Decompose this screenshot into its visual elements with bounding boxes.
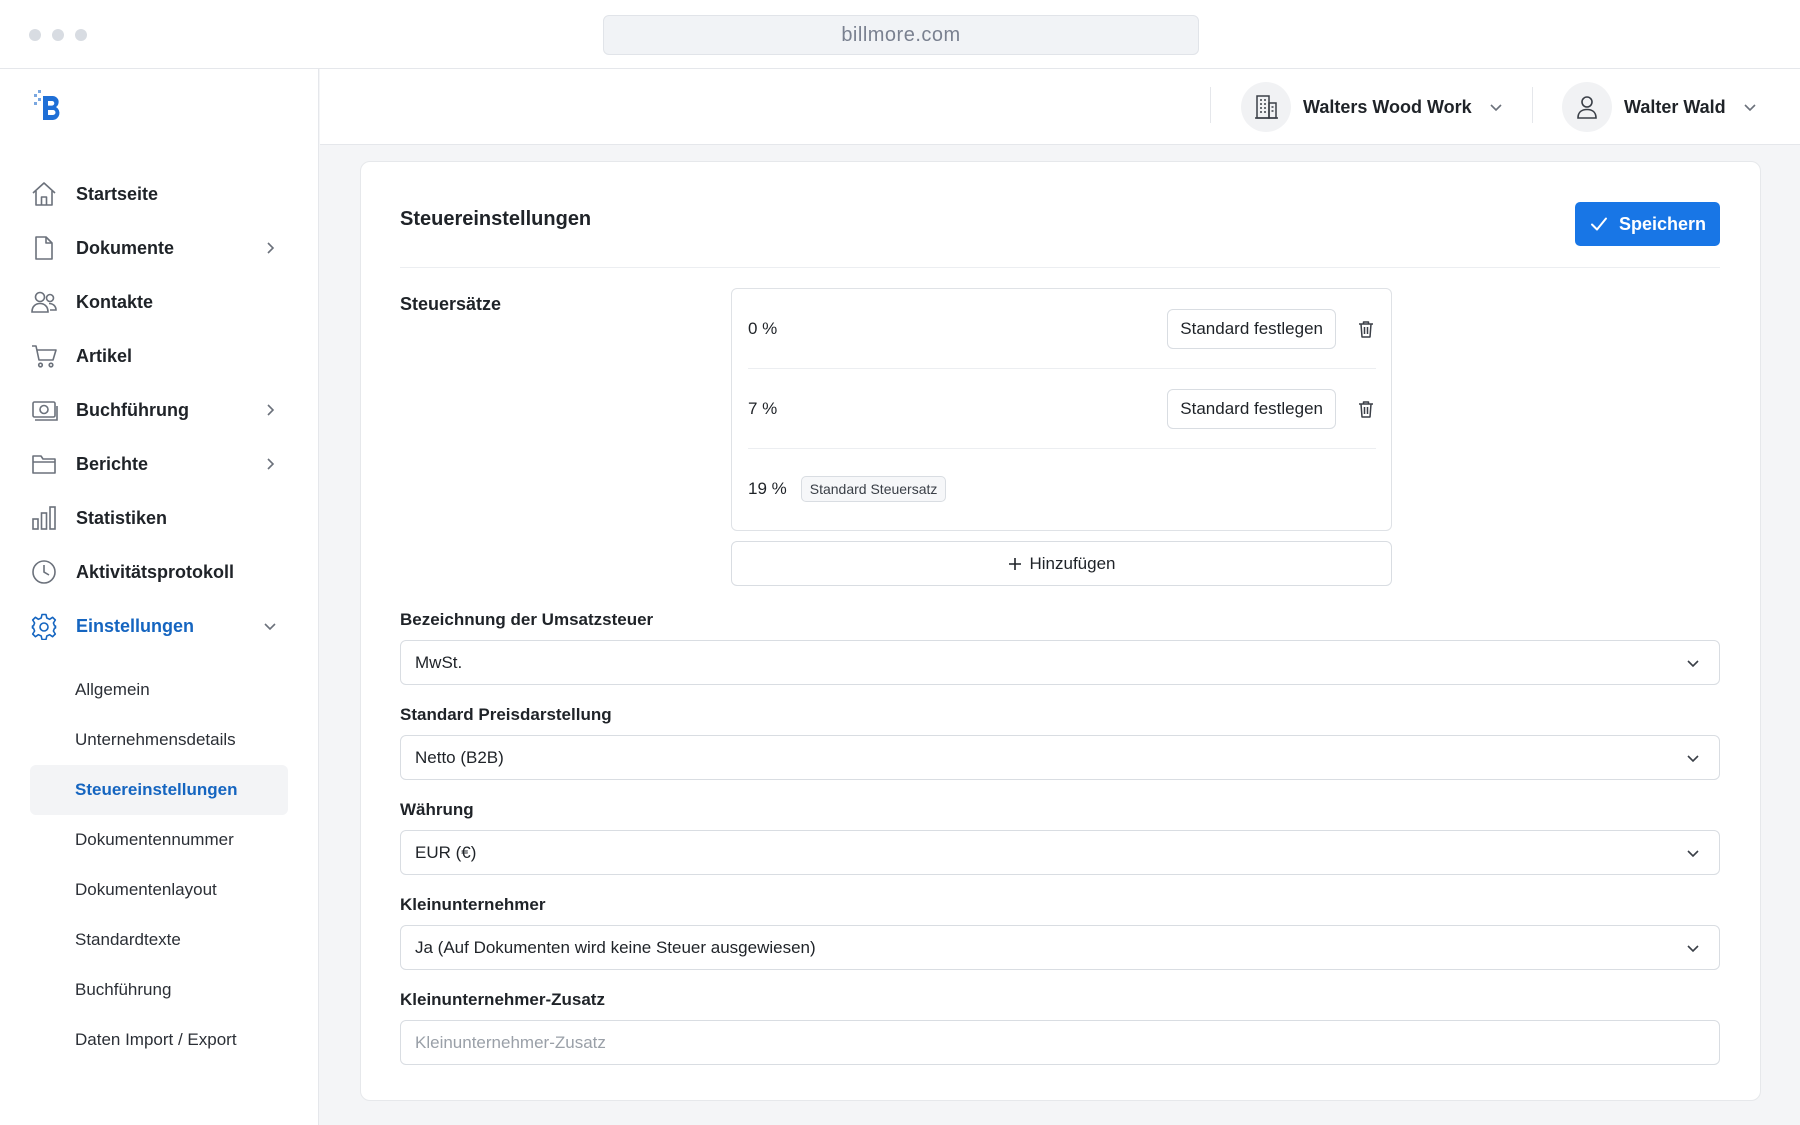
chevron-down-icon — [1488, 99, 1504, 115]
save-button-label: Speichern — [1618, 213, 1707, 234]
tax-rates-list: 0 % Standard festlegen 7 % Standard fest… — [731, 288, 1392, 531]
address-bar[interactable]: billmore.com — [603, 15, 1199, 55]
document-icon — [30, 234, 58, 262]
price-display-label: Standard Preisdarstellung — [400, 705, 612, 724]
add-tax-rate-button[interactable]: Hinzufügen — [731, 541, 1392, 586]
window-controls — [29, 29, 87, 41]
top-header: Walters Wood Work Walter Wald — [320, 69, 1800, 145]
sidebar-subitem-dokumentennummer[interactable]: Dokumentennummer — [30, 815, 288, 865]
window-minimize-dot[interactable] — [52, 29, 64, 41]
user-icon — [1562, 82, 1612, 132]
chevron-right-icon — [262, 240, 278, 256]
set-default-button[interactable]: Standard festlegen — [1167, 308, 1336, 349]
billmore-logo[interactable] — [32, 88, 68, 124]
cart-icon — [30, 342, 58, 370]
company-switcher[interactable]: Walters Wood Work — [1241, 79, 1504, 135]
select-value: Ja (Auf Dokumenten wird keine Steuer aus… — [415, 937, 816, 957]
check-icon — [1589, 214, 1609, 234]
tax-rates-label: Steuersätze — [400, 294, 502, 314]
tax-rate-row: 0 % Standard festlegen — [748, 289, 1376, 369]
trash-icon[interactable] — [1356, 319, 1376, 339]
tax-rate-value: 0 % — [748, 318, 778, 338]
user-menu[interactable]: Walter Wald — [1562, 79, 1758, 135]
sidebar-subitem-allgemein[interactable]: Allgemein — [30, 665, 288, 715]
small-business-note-input[interactable] — [400, 1020, 1720, 1065]
sidebar-item-berichte[interactable]: Berichte — [30, 440, 288, 488]
chevron-down-icon — [1685, 655, 1701, 671]
sidebar-item-label: Statistiken — [76, 507, 168, 528]
header-divider — [1532, 87, 1533, 123]
sidebar-item-label: Kontakte — [76, 291, 154, 312]
small-business-note-label: Kleinunternehmer-Zusatz — [400, 990, 605, 1009]
save-button[interactable]: Speichern — [1575, 202, 1720, 246]
price-display-select[interactable]: Netto (B2B) — [400, 735, 1720, 780]
contacts-icon — [30, 288, 58, 316]
tax-rate-row: 19 % Standard Steuersatz — [748, 449, 1376, 529]
window-maximize-dot[interactable] — [75, 29, 87, 41]
trash-icon[interactable] — [1356, 399, 1376, 419]
plus-icon — [1007, 556, 1023, 572]
select-value: MwSt. — [415, 652, 463, 672]
tax-rate-value: 19 % — [748, 479, 787, 498]
add-button-label: Hinzufügen — [1029, 553, 1116, 573]
sidebar-subitem-dokumentenlayout[interactable]: Dokumentenlayout — [30, 865, 288, 915]
sidebar-item-artikel[interactable]: Artikel — [30, 332, 288, 380]
vat-name-select[interactable]: MwSt. — [400, 640, 1720, 685]
sidebar-item-startseite[interactable]: Startseite — [30, 170, 288, 218]
set-default-button[interactable]: Standard festlegen — [1167, 388, 1336, 429]
company-name: Walters Wood Work — [1303, 96, 1472, 117]
default-tax-badge: Standard Steuersatz — [800, 476, 947, 502]
small-business-select[interactable]: Ja (Auf Dokumenten wird keine Steuer aus… — [400, 925, 1720, 970]
sidebar-item-dokumente[interactable]: Dokumente — [30, 224, 288, 272]
sidebar-item-label: Startseite — [76, 183, 159, 204]
chevron-down-icon — [1685, 750, 1701, 766]
home-icon — [30, 180, 58, 208]
building-icon — [1241, 82, 1291, 132]
header-divider — [1210, 87, 1211, 123]
sidebar-subitem-steuereinstellungen[interactable]: Steuereinstellungen — [30, 765, 288, 815]
tax-rate-value: 7 % — [748, 398, 778, 418]
sidebar-subitem-daten-import-export[interactable]: Daten Import / Export — [30, 1015, 288, 1065]
currency-label: Währung — [400, 800, 474, 819]
sidebar-item-buchfuehrung[interactable]: Buchführung — [30, 386, 288, 434]
sidebar-subitem-standardtexte[interactable]: Standardtexte — [30, 915, 288, 965]
small-business-label: Kleinunternehmer — [400, 895, 546, 914]
window-close-dot[interactable] — [29, 29, 41, 41]
sidebar-item-label: Aktivitätsprotokoll — [76, 561, 235, 582]
sidebar-item-statistiken[interactable]: Statistiken — [30, 494, 288, 542]
tax-rate-row: 7 % Standard festlegen — [748, 369, 1376, 449]
divider — [400, 267, 1720, 268]
currency-select[interactable]: EUR (€) — [400, 830, 1720, 875]
user-name: Walter Wald — [1624, 96, 1726, 117]
clock-icon — [30, 558, 58, 586]
sidebar-subitem-buchfuehrung[interactable]: Buchführung — [30, 965, 288, 1015]
folder-icon — [30, 450, 58, 478]
chevron-down-icon — [1685, 940, 1701, 956]
sidebar-item-einstellungen[interactable]: Einstellungen — [30, 602, 288, 650]
sidebar-item-aktivitaetsprotokoll[interactable]: Aktivitätsprotokoll — [30, 548, 288, 596]
browser-chrome: billmore.com — [0, 0, 1800, 69]
tax-settings-card: Steuereinstellungen Speichern Steuersätz… — [360, 161, 1761, 1101]
money-icon — [30, 396, 58, 424]
chevron-down-icon — [1685, 845, 1701, 861]
sidebar-item-label: Berichte — [76, 453, 149, 474]
sidebar-item-label: Einstellungen — [76, 615, 195, 636]
chevron-right-icon — [262, 402, 278, 418]
page-title: Steuereinstellungen — [400, 208, 592, 230]
sidebar-subitem-unternehmensdetails[interactable]: Unternehmensdetails — [30, 715, 288, 765]
chevron-right-icon — [262, 456, 278, 472]
select-value: Netto (B2B) — [415, 747, 504, 767]
sidebar-item-label: Artikel — [76, 345, 133, 366]
select-value: EUR (€) — [415, 842, 477, 862]
sidebar-item-label: Buchführung — [76, 399, 189, 420]
gear-icon — [30, 612, 58, 640]
bar-chart-icon — [30, 504, 58, 532]
chevron-down-icon — [1742, 99, 1758, 115]
sidebar: Startseite Dokumente Kontakte Artikel Bu… — [0, 69, 319, 1125]
chevron-down-icon — [262, 618, 278, 634]
sidebar-item-kontakte[interactable]: Kontakte — [30, 278, 288, 326]
sidebar-item-label: Dokumente — [76, 237, 175, 258]
vat-name-label: Bezeichnung der Umsatzsteuer — [400, 610, 654, 629]
